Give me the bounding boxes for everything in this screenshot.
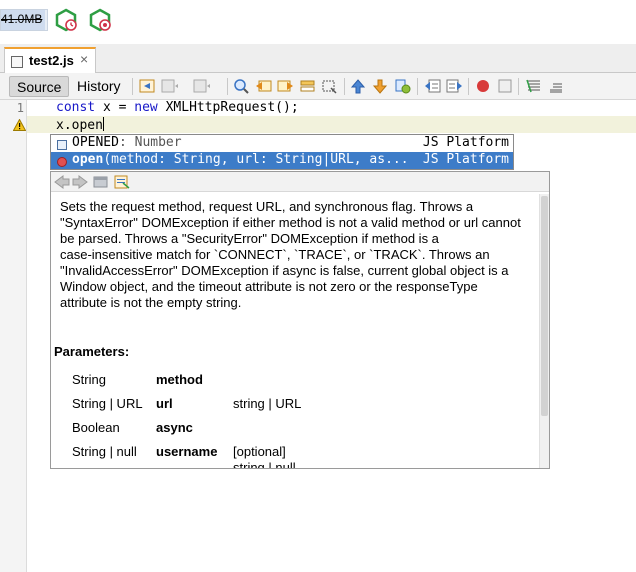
parameter-type: Boolean xyxy=(72,420,120,435)
description-line: be parsed. Throws a "SecurityError" DOME… xyxy=(60,231,439,246)
parameter-info-line: string | URL xyxy=(233,396,302,411)
code-line-2[interactable]: x.open xyxy=(56,117,104,133)
typed-text: open xyxy=(71,118,103,133)
main-toolbar: 41.0MB xyxy=(0,0,636,44)
completion-platform: JS Platform xyxy=(422,135,509,150)
parameter-info: string | URL xyxy=(233,396,301,412)
completion-item-selected[interactable]: open(method: String, url: String|URL, as… xyxy=(51,152,513,169)
code-text: x = xyxy=(95,100,135,115)
history-button[interactable]: History xyxy=(70,76,128,97)
current-line-highlight xyxy=(27,116,636,133)
js-file-icon xyxy=(11,56,23,68)
prev-bookmark-icon[interactable] xyxy=(350,78,367,94)
next-bookmark-icon[interactable] xyxy=(372,78,389,94)
description-line: attribute is not the empty string. xyxy=(60,295,242,310)
find-icon[interactable] xyxy=(233,78,250,94)
forward-icon xyxy=(193,78,210,94)
stop-macro-icon[interactable] xyxy=(497,78,514,94)
doc-toolbar xyxy=(51,172,549,192)
doc-forward-icon[interactable] xyxy=(72,175,88,189)
toolbar-separator xyxy=(344,78,345,95)
garbage-collect-icon[interactable] xyxy=(54,8,78,32)
method-icon xyxy=(57,156,67,167)
text-caret xyxy=(102,117,104,131)
warning-icon[interactable] xyxy=(12,118,27,134)
memory-indicator[interactable]: 41.0MB xyxy=(0,9,48,31)
completion-list[interactable]: OPENED: Number JS Platform open(method: … xyxy=(50,134,514,170)
parameter-type: String xyxy=(72,372,106,387)
toolbar-separator xyxy=(132,78,133,95)
toolbar-separator xyxy=(417,78,418,95)
forward-disabled-icon xyxy=(161,78,178,94)
description-line: "InvalidAccessError" DOMException if asy… xyxy=(60,263,509,278)
profile-icon[interactable] xyxy=(88,8,112,32)
toggle-highlight-icon[interactable] xyxy=(299,78,316,94)
open-in-browser-icon[interactable] xyxy=(93,175,109,189)
doc-scrollbar[interactable] xyxy=(539,194,549,468)
completion-signature: (method: String, url: String|URL, as... xyxy=(103,152,409,167)
editor-tab-row: test2.js × xyxy=(0,44,636,74)
parameter-info-line: [optional] xyxy=(233,444,286,459)
toolbar-separator xyxy=(227,78,228,95)
goto-source-icon[interactable] xyxy=(114,175,130,189)
tab-label: test2.js xyxy=(29,53,74,68)
description-line: "SyntaxError" DOMException if either met… xyxy=(60,215,521,230)
doc-scrollbar-thumb[interactable] xyxy=(541,196,548,416)
method-description: Sets the request method, request URL, an… xyxy=(60,199,536,311)
parameter-type: String | URL xyxy=(72,396,143,411)
editor-toolbar: Source History xyxy=(0,73,636,100)
description-line: case-insensitive match for `CONNECT`, `T… xyxy=(60,247,490,262)
line-number: 1 xyxy=(16,101,24,115)
parameter-name: method xyxy=(156,372,203,387)
doc-back-icon[interactable] xyxy=(54,175,70,189)
toolbar-separator xyxy=(468,78,469,95)
find-prev-icon[interactable] xyxy=(255,78,272,94)
toggle-rect-icon[interactable] xyxy=(321,78,338,94)
doc-content: Sets the request method, request URL, an… xyxy=(51,194,539,468)
completion-item[interactable]: OPENED: Number JS Platform xyxy=(51,135,513,152)
description-line: Sets the request method, request URL, an… xyxy=(60,199,474,214)
completion-name: open xyxy=(72,152,104,167)
line-number-gutter: 1 xyxy=(0,100,27,572)
toggle-bookmark-icon[interactable] xyxy=(394,78,411,94)
completion-name: OPENED xyxy=(72,135,119,150)
parameters-heading: Parameters: xyxy=(54,344,130,359)
tab-test2-js[interactable]: test2.js × xyxy=(4,47,96,74)
parameter-name: async xyxy=(156,420,193,435)
parameter-info: [optional] string | null xyxy=(233,444,296,468)
constant-icon xyxy=(57,139,67,150)
parameter-name: url xyxy=(156,396,173,411)
code-text: x. xyxy=(56,118,72,133)
toolbar-separator xyxy=(518,78,519,95)
completion-signature: : Number xyxy=(118,135,182,150)
code-text: XMLHttpRequest(); xyxy=(157,100,299,115)
parameter-type: String | null xyxy=(72,444,137,459)
keyword: const xyxy=(56,100,96,115)
completion-platform: JS Platform xyxy=(422,152,509,167)
find-next-icon[interactable] xyxy=(277,78,294,94)
parameter-name: username xyxy=(156,444,218,459)
uncomment-icon[interactable] xyxy=(547,78,564,94)
description-line: Window object, and the timeout attribute… xyxy=(60,279,478,294)
keyword: new xyxy=(134,100,158,115)
parameter-info-line: string | null xyxy=(233,460,296,468)
source-button[interactable]: Source xyxy=(9,76,70,97)
shift-left-icon[interactable] xyxy=(424,78,441,94)
documentation-popup: Sets the request method, request URL, an… xyxy=(50,171,550,469)
shift-right-icon[interactable] xyxy=(446,78,463,94)
comment-icon[interactable] xyxy=(525,78,542,94)
back-icon[interactable] xyxy=(139,78,156,94)
close-icon[interactable]: × xyxy=(80,51,88,67)
code-line-1[interactable]: const x = new XMLHttpRequest(); xyxy=(56,100,299,115)
memory-label: 41.0MB xyxy=(1,12,43,26)
record-macro-icon[interactable] xyxy=(475,78,492,94)
